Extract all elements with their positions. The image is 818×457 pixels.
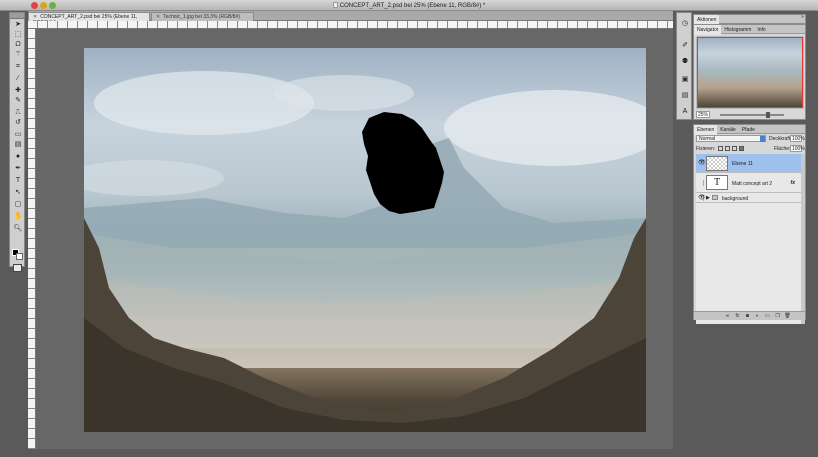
shape-icon[interactable]: ▢ xyxy=(12,201,24,209)
character-panel-icon[interactable]: A xyxy=(680,107,690,116)
lock-all-icon[interactable] xyxy=(739,146,744,151)
lock-label: Fixieren: xyxy=(696,146,716,152)
tool-presets-panel-icon[interactable]: ▣ xyxy=(680,75,690,84)
ruler-vertical[interactable] xyxy=(28,29,36,449)
chevron-down-icon xyxy=(760,136,765,142)
document-tab-bar: ✕CONCEPT_ART_2.psd bei 25% (Ebene 11, RG… xyxy=(28,11,673,26)
zoom-slider-handle[interactable] xyxy=(766,112,770,118)
close-tab-icon[interactable]: ✕ xyxy=(156,14,160,20)
toolbox: ➤ ⬚ ᘯ ⚚ ⌗ ⁄ ✚ ✎ ⎍ ↺ ▭ ▤ ● ✒ T ↖ ▢ ✋ 🔍︎ xyxy=(9,12,25,272)
clone-stamp-icon[interactable]: ⎍ xyxy=(12,109,24,117)
history-panel-icon[interactable]: ◷ xyxy=(680,19,690,28)
navigator-zoom-row: 25% xyxy=(696,111,804,119)
hand-icon[interactable]: ✋ xyxy=(12,213,24,221)
disclosure-triangle-icon[interactable]: ▶ xyxy=(706,195,710,201)
zoom-input[interactable]: 25% xyxy=(696,111,710,118)
new-layer-icon[interactable]: ❐ xyxy=(774,313,781,319)
layer-comps-panel-icon[interactable]: ▤ xyxy=(680,91,690,100)
blend-mode-select[interactable]: Normal xyxy=(696,135,766,142)
layers-panel: Ebenen Kanäle Pfade Normal Deckkraft: 100%… xyxy=(693,124,806,324)
dodge-icon[interactable]: ● xyxy=(12,153,24,161)
layer-name: background xyxy=(722,196,749,202)
navigator-thumbnail[interactable] xyxy=(696,36,804,109)
tab-channels[interactable]: Kanäle xyxy=(717,125,739,135)
blend-row: Normal Deckkraft: 100% xyxy=(696,135,805,143)
layers-footer: ∞ fx ◙ ◐ ▭ ❐ 🗑︎ xyxy=(694,311,805,320)
toolbox-grip[interactable] xyxy=(10,13,24,19)
layers-scrollbar[interactable] xyxy=(801,154,805,324)
opacity-label: Deckkraft: xyxy=(769,136,792,142)
quick-mask-icon[interactable] xyxy=(13,264,22,272)
eye-icon[interactable]: 👁︎ xyxy=(698,195,706,201)
trash-icon[interactable]: 🗑︎ xyxy=(784,313,791,319)
blend-mode-value: Normal xyxy=(699,136,716,142)
tab-concept-art[interactable]: ✕CONCEPT_ART_2.psd bei 25% (Ebene 11, RG… xyxy=(28,12,150,26)
opacity-input[interactable]: 100% xyxy=(790,135,805,142)
title-bar: CONCEPT_ART_2.psd bei 25% (Ebene 11, RGB… xyxy=(0,0,818,11)
group-icon[interactable]: ▭ xyxy=(764,313,771,319)
layer-name: Ebene 11 xyxy=(732,161,754,167)
tab-histogram[interactable]: Histogramm xyxy=(721,25,754,35)
navigator-tabs: Navigator Histogramm Info xyxy=(694,25,805,35)
layer-thumbnail xyxy=(706,156,728,171)
layer-row[interactable]: 👁︎ Ebene 11 xyxy=(696,154,801,173)
tab-paths[interactable]: Pfade xyxy=(739,125,758,135)
type-icon[interactable]: T xyxy=(12,177,24,185)
adjustment-icon[interactable]: ◐ xyxy=(754,313,761,319)
eye-icon[interactable]: 👁︎ xyxy=(698,160,706,166)
document-icon xyxy=(332,2,338,8)
collapse-panels-icon[interactable]: » xyxy=(799,14,806,22)
actions-panel-header: Aktionen xyxy=(693,14,806,25)
layer-row[interactable]: T Matt concept art 2 fx xyxy=(696,173,801,193)
window-title-text: CONCEPT_ART_2.psd bei 25% (Ebene 11, RGB… xyxy=(339,3,486,9)
brush-icon[interactable]: ✎ xyxy=(12,97,24,105)
marquee-icon[interactable]: ⬚ xyxy=(12,31,24,39)
brushes-panel-icon[interactable]: ✐ xyxy=(680,41,690,50)
healing-brush-icon[interactable]: ✚ xyxy=(12,87,24,95)
pen-icon[interactable]: ✒ xyxy=(12,165,24,173)
tab-info[interactable]: Info xyxy=(754,25,768,35)
move-icon[interactable]: ➤ xyxy=(12,21,24,29)
path-select-icon[interactable]: ↖ xyxy=(12,189,24,197)
fx-icon[interactable]: fx xyxy=(734,313,741,319)
crop-icon[interactable]: ⌗ xyxy=(12,63,24,71)
fill-label: Fläche: xyxy=(774,146,791,152)
zoom-slider[interactable] xyxy=(720,112,784,118)
text-layer-thumbnail: T xyxy=(706,175,728,190)
tab-layers[interactable]: Ebenen xyxy=(694,125,718,135)
clone-source-panel-icon[interactable]: ⚉ xyxy=(680,57,690,66)
eyedropper-icon[interactable]: ⁄ xyxy=(12,75,24,83)
gradient-icon[interactable]: ▤ xyxy=(12,141,24,149)
link-icon[interactable]: ∞ xyxy=(724,313,731,319)
lasso-icon[interactable]: ᘯ xyxy=(12,41,24,49)
concept-art-image xyxy=(84,71,646,432)
lock-position-icon[interactable] xyxy=(732,146,737,151)
fill-input[interactable]: 100% xyxy=(790,145,805,152)
lock-image-icon[interactable] xyxy=(725,146,730,151)
tab-navigator[interactable]: Navigator xyxy=(694,25,722,35)
ruler-horizontal[interactable] xyxy=(28,21,673,29)
tab-label: Technic_1.jpg bei 33,3% (RGB/8#) xyxy=(163,14,240,20)
eye-icon[interactable] xyxy=(698,180,704,186)
panel-dock-strip: ◷ ✐ ⚉ ▣ ▤ A xyxy=(676,12,692,120)
lock-transparent-icon[interactable] xyxy=(718,146,723,151)
magic-wand-icon[interactable]: ⚚ xyxy=(12,51,24,59)
navigator-panel: Navigator Histogramm Info 25% xyxy=(693,24,806,120)
background-color-swatch[interactable] xyxy=(16,253,23,260)
history-brush-icon[interactable]: ↺ xyxy=(12,119,24,127)
layers-list: 👁︎ Ebene 11 T Matt concept art 2 fx 👁︎ ▶… xyxy=(696,154,801,324)
layers-tabs: Ebenen Kanäle Pfade xyxy=(694,125,805,135)
fx-icon[interactable]: fx xyxy=(791,180,795,186)
document-canvas[interactable] xyxy=(84,48,646,432)
eraser-icon[interactable]: ▭ xyxy=(12,131,24,139)
folder-icon xyxy=(712,195,718,200)
layer-name: Matt concept art 2 xyxy=(732,181,773,187)
window-title: CONCEPT_ART_2.psd bei 25% (Ebene 11, RGB… xyxy=(0,2,818,9)
navigator-view-box[interactable] xyxy=(697,37,803,108)
tab-technic[interactable]: ✕ Technic_1.jpg bei 33,3% (RGB/8#) xyxy=(151,12,254,21)
lock-row: Fixieren: Fläche: 100% xyxy=(696,145,805,153)
layer-row[interactable]: 👁︎ ▶ background xyxy=(696,193,801,203)
mask-icon[interactable]: ◙ xyxy=(744,313,751,319)
zoom-icon[interactable]: 🔍︎ xyxy=(12,225,24,233)
